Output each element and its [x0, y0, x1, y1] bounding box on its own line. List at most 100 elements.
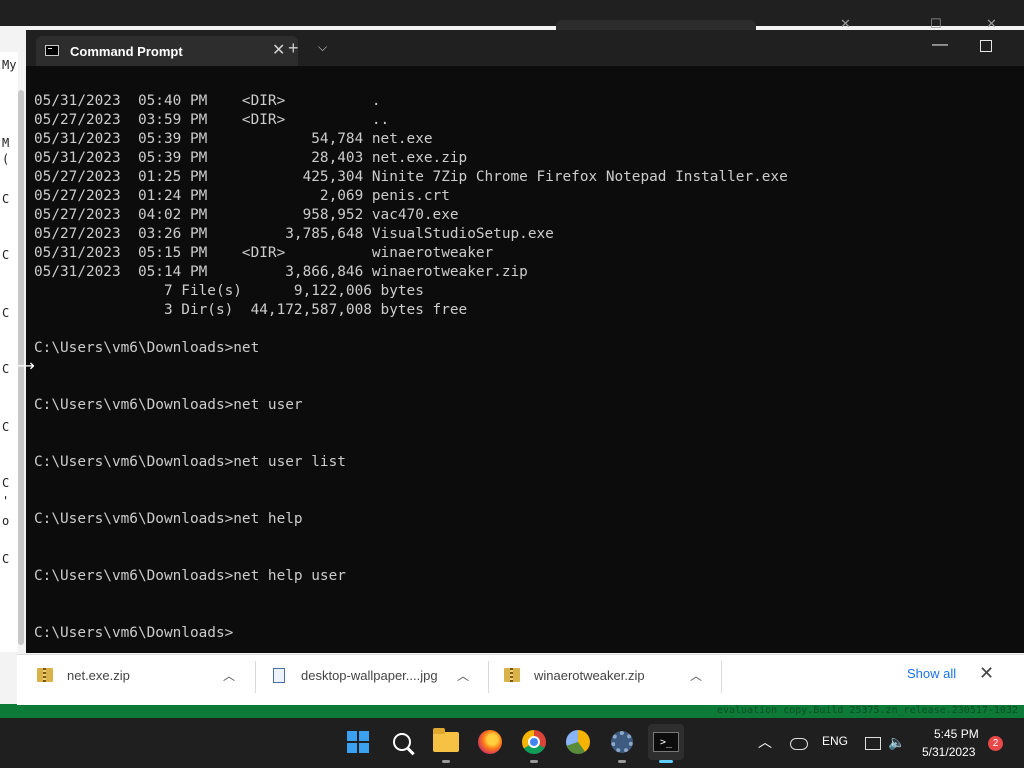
start-button[interactable] [340, 724, 376, 760]
background-text-fragment: C [2, 552, 10, 566]
tab-command-prompt[interactable]: Command Prompt ✕ [36, 36, 298, 66]
zip-icon [504, 668, 520, 682]
background-titlebar: ✕ ☐ ✕ [0, 0, 1024, 34]
background-text-fragment: My [2, 58, 17, 72]
clock-date[interactable]: 5/31/2023 [922, 745, 975, 759]
volume-icon[interactable]: 🔈 [888, 734, 905, 751]
background-text-fragment: C [2, 248, 10, 262]
taskbar-settings[interactable] [604, 724, 640, 763]
terminal-titlebar[interactable]: Command Prompt ✕ + ⌵ — [26, 30, 1024, 66]
resize-cursor-icon: ⟷ [12, 358, 35, 375]
terminal-line: 05/31/2023 05:15 PM <DIR> winaerotweaker [34, 245, 494, 261]
divider [721, 661, 722, 693]
windows-logo-icon [347, 731, 369, 753]
gear-icon [611, 731, 633, 753]
terminal-line: 3 Dir(s) 44,172,587,008 bytes free [34, 302, 468, 318]
terminal-line: 05/31/2023 05:39 PM 28,403 net.exe.zip [34, 150, 468, 166]
download-item-winaerotweaker-zip[interactable]: winaerotweaker.zip ︿ [484, 655, 716, 697]
terminal-line: 7 File(s) 9,122,006 bytes [34, 283, 424, 299]
terminal-line: C:\Users\vm6\Downloads>net help user [34, 568, 346, 584]
chevron-up-icon[interactable]: ︿ [457, 667, 469, 684]
terminal-line: C:\Users\vm6\Downloads>net help [34, 511, 303, 527]
taskbar: >_ ︿ ENG 🔈 5:45 PM 5/31/2023 2 [0, 718, 1024, 768]
chrome-canary-icon [566, 730, 590, 754]
terminal-window[interactable]: Command Prompt ✕ + ⌵ — 05/31/2023 05:40 … [26, 30, 1024, 653]
folder-icon [433, 728, 459, 752]
running-indicator [618, 760, 626, 763]
show-all-downloads-button[interactable]: Show all [907, 666, 956, 681]
show-hidden-icons-chevron-up-icon[interactable]: ︿ [758, 732, 772, 752]
clock-time[interactable]: 5:45 PM [934, 727, 979, 741]
download-filename: net.exe.zip [67, 668, 130, 683]
close-tab-icon[interactable]: ✕ [272, 40, 285, 60]
new-tab-plus-icon[interactable]: + [288, 38, 299, 59]
download-filename: desktop-wallpaper....jpg [301, 668, 438, 683]
firefox-icon [478, 730, 502, 754]
background-page-left-edge: My M ( C C C C C C ' o C [0, 52, 18, 652]
running-indicator [530, 760, 538, 763]
background-watermark-strip: evaluation copy.Build 25375.zn_release.2… [0, 704, 1024, 718]
image-file-icon [273, 668, 285, 683]
background-text-fragment: M [2, 136, 10, 150]
maximize-icon[interactable] [980, 40, 992, 52]
close-downloads-bar-icon[interactable]: ✕ [979, 663, 994, 684]
background-text-fragment: ' [2, 494, 10, 508]
background-text-fragment: C [2, 476, 10, 490]
background-text-fragment: ( [2, 152, 10, 166]
chrome-icon [522, 730, 546, 754]
background-text-fragment: C [2, 420, 10, 434]
download-item-desktop-wallpaper[interactable]: desktop-wallpaper....jpg ︿ [251, 655, 483, 697]
terminal-line: 05/27/2023 03:26 PM 3,785,648 VisualStud… [34, 226, 554, 242]
background-text-fragment: C [2, 192, 10, 206]
taskbar-file-explorer[interactable] [428, 724, 464, 763]
chevron-up-icon[interactable]: ︿ [223, 667, 235, 684]
minimize-icon[interactable]: — [932, 36, 948, 54]
terminal-line: 05/31/2023 05:14 PM 3,866,846 winaerotwe… [34, 264, 528, 280]
running-indicator [442, 760, 450, 763]
taskbar-chrome[interactable] [516, 724, 552, 763]
chevron-down-icon[interactable]: ⌵ [318, 40, 327, 55]
tab-title: Command Prompt [70, 44, 183, 59]
terminal-icon: >_ [653, 732, 679, 752]
notification-badge[interactable]: 2 [988, 736, 1003, 751]
background-text-fragment: C [2, 306, 10, 320]
input-language[interactable]: ENG [822, 734, 848, 748]
downloads-bar: net.exe.zip ︿ desktop-wallpaper....jpg ︿… [17, 654, 1024, 705]
download-filename: winaerotweaker.zip [534, 668, 645, 683]
download-item-net-exe-zip[interactable]: net.exe.zip ︿ [17, 655, 249, 697]
terminal-line: 05/27/2023 04:02 PM 958,952 vac470.exe [34, 207, 459, 223]
network-icon[interactable] [865, 737, 881, 750]
terminal-line: 05/27/2023 03:59 PM <DIR> .. [34, 112, 390, 128]
background-text-fragment: C [2, 362, 10, 376]
terminal-line: 05/31/2023 05:39 PM 54,784 net.exe [34, 131, 433, 147]
taskbar-chrome-canary[interactable] [560, 724, 596, 760]
terminal-line: C:\Users\vm6\Downloads>net user [34, 397, 303, 413]
build-watermark-text: evaluation copy.Build 25375.zn_release.2… [716, 705, 1018, 716]
chevron-up-icon[interactable]: ︿ [690, 667, 702, 684]
active-indicator [659, 760, 673, 763]
taskbar-search-button[interactable] [384, 724, 420, 760]
terminal-line: C:\Users\vm6\Downloads> [34, 625, 234, 641]
terminal-output[interactable]: 05/31/2023 05:40 PM <DIR> . 05/27/2023 03… [34, 92, 1014, 648]
terminal-line: 05/27/2023 01:25 PM 425,304 Ninite 7Zip … [34, 169, 788, 185]
terminal-line: C:\Users\vm6\Downloads>net user list [34, 454, 346, 470]
zip-icon [37, 668, 53, 682]
command-prompt-icon [45, 45, 59, 56]
terminal-line: C:\Users\vm6\Downloads>net [34, 340, 260, 356]
onedrive-offline-icon[interactable] [790, 738, 808, 750]
taskbar-firefox[interactable] [472, 724, 508, 760]
terminal-line: 05/31/2023 05:40 PM <DIR> . [34, 93, 381, 109]
taskbar-terminal[interactable]: >_ [648, 724, 684, 763]
search-icon [393, 733, 411, 751]
